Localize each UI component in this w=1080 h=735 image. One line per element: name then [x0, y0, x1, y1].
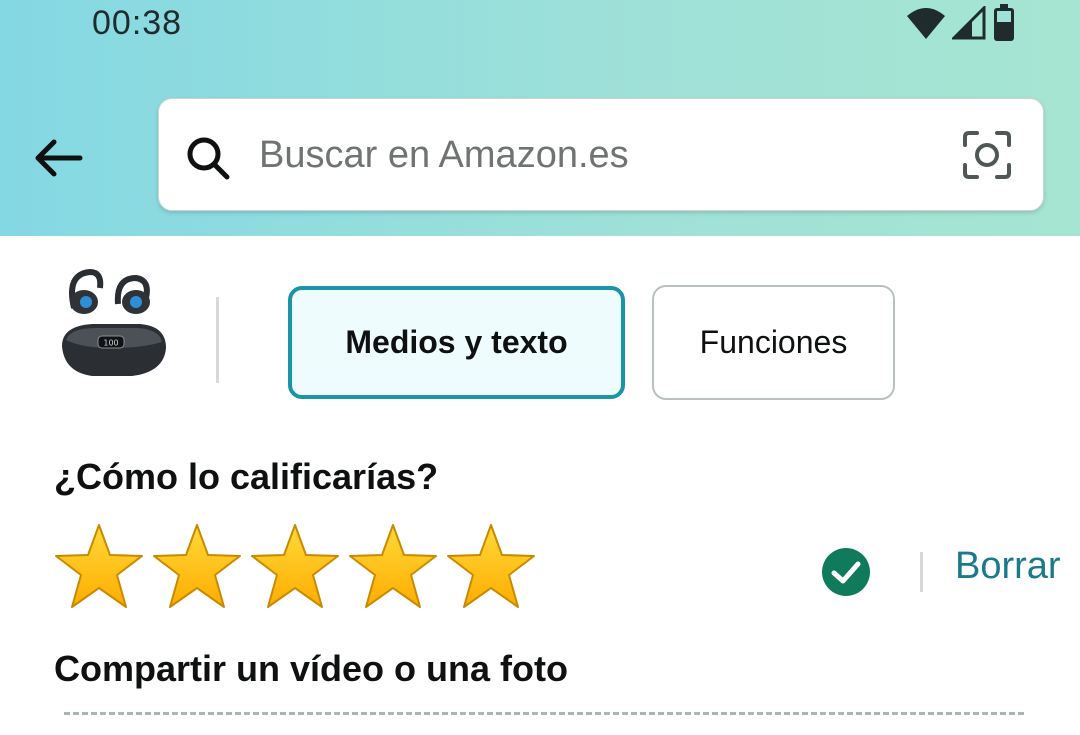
rating-question: ¿Cómo lo calificarías?	[54, 456, 439, 497]
star-icon[interactable]	[444, 522, 538, 612]
cellular-signal-icon	[952, 6, 986, 40]
product-thumbnail: 100	[52, 268, 170, 384]
header-area: 00:38	[0, 0, 1080, 236]
arrow-left-icon	[35, 139, 83, 177]
star-icon[interactable]	[150, 522, 244, 612]
search-bar[interactable]	[158, 98, 1044, 212]
clear-rating-link[interactable]: Borrar	[955, 545, 1061, 588]
tab-media-and-text[interactable]: Medios y texto	[288, 286, 625, 399]
star-icon[interactable]	[346, 522, 440, 612]
svg-text:100: 100	[103, 339, 118, 348]
back-button[interactable]	[26, 126, 90, 190]
star-rating[interactable]	[52, 522, 538, 612]
star-icon[interactable]	[248, 522, 342, 612]
tab-features[interactable]: Funciones	[652, 285, 895, 400]
search-input[interactable]	[259, 99, 939, 212]
media-upload-area[interactable]	[64, 712, 1024, 735]
thumbnail-divider	[216, 297, 219, 383]
wifi-icon	[907, 8, 945, 39]
status-time: 00:38	[92, 4, 183, 42]
battery-icon	[994, 4, 1014, 41]
check-circle-icon	[822, 548, 870, 596]
clear-divider	[920, 552, 923, 592]
share-media-heading: Compartir un vídeo o una foto	[54, 648, 568, 689]
search-icon	[187, 137, 230, 180]
status-icons	[906, 4, 1016, 42]
camera-lens-icon[interactable]	[961, 129, 1013, 181]
star-icon[interactable]	[52, 522, 146, 612]
